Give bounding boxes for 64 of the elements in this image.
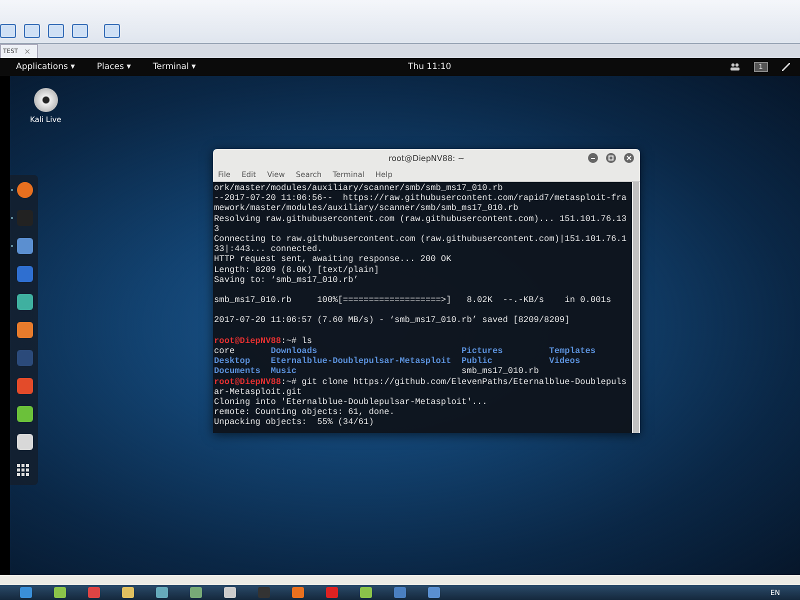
app-grid-icon[interactable] [17, 464, 29, 476]
people-icon[interactable] [730, 63, 740, 71]
terminal-line: 33|:443... connected. [214, 244, 324, 254]
taskbar-app-icon[interactable] [394, 587, 406, 598]
app-icon[interactable] [17, 434, 33, 450]
taskbar-app-icon[interactable] [190, 587, 202, 598]
taskbar-app-icon[interactable] [88, 587, 100, 598]
minimize-icon [590, 155, 596, 161]
maximize-button[interactable] [606, 153, 616, 163]
toolbar-icon[interactable] [72, 24, 88, 38]
terminal-line: Resolving raw.githubusercontent.com (raw.githubusercontent.com)... 151.101.76.13 [214, 214, 628, 224]
directory-name: Downloads [270, 346, 318, 356]
terminal-line: Unpacking objects: 55% (34/61) [214, 417, 375, 428]
terminal-command-line: root@DiepNV88:~# git clone https://github.com/ElevenPaths/Eternalblue-Doublepuls [214, 376, 628, 387]
terminal-line: smb_ms17_010.rb 100%[===================>] 8.02K --.-KB/s in 0.001s [214, 295, 612, 306]
terminal-line: HTTP request sent, awaiting response... 200 OK [214, 254, 452, 264]
directory-name: Public [462, 356, 494, 366]
maximize-icon [608, 155, 614, 161]
close-icon [626, 155, 632, 161]
window-title: root@DiepNV88: ~ [388, 154, 464, 162]
taskbar-app-icon[interactable] [292, 587, 304, 598]
terminal-command-line: root@DiepNV88:~# ls [214, 336, 313, 346]
screen-icon[interactable] [104, 24, 120, 38]
terminal-line: --2017-07-20 11:06:56-- https://raw.githubusercontent.com/rapid7/metasploit-fra [214, 193, 628, 204]
directory-name: Music [270, 366, 298, 377]
tab-close-button[interactable]: × [24, 47, 31, 56]
file-name: core [214, 346, 236, 356]
taskbar-app-icon[interactable] [156, 587, 168, 598]
taskbar-app-icon[interactable] [360, 587, 372, 598]
directory-name: Desktop [214, 356, 252, 366]
terminal-line: remote: Counting objects: 61, done. [214, 407, 396, 418]
terminal-line: 3 [214, 224, 220, 234]
terminal-line: Length: 8209 (8.0K) [text/plain] [214, 264, 380, 275]
directory-name: Templates [549, 346, 597, 356]
terminal-line: ork/master/modules/auxiliary/scanner/smb/smb_ms17_010.rb [214, 183, 504, 194]
directory-name: Videos [549, 356, 582, 366]
directory-name: Eternalblue-Doublepulsar-Metasploit [270, 356, 452, 366]
taskbar-app-icon[interactable] [54, 587, 66, 598]
terminal-line: ar-Metasploit.git [214, 386, 303, 397]
panel-menu[interactable]: Places ▾ [96, 62, 131, 72]
panel-menu[interactable]: Applications ▾ [16, 62, 75, 72]
directory-name: Documents [214, 366, 262, 377]
file-name: smb_ms17_010.rb [462, 366, 540, 377]
taskbar-app-icon[interactable] [20, 587, 32, 598]
clock[interactable]: Thu 11:10 [408, 62, 452, 72]
pen-icon[interactable] [782, 63, 790, 71]
terminal-line: Saving to: ‘smb_ms17_010.rb’ [214, 274, 360, 285]
taskbar-app-icon[interactable] [122, 587, 134, 598]
taskbar-app-icon[interactable] [428, 587, 440, 598]
panel-menu[interactable]: Terminal ▾ [152, 62, 196, 72]
taskbar-app-icon[interactable] [326, 587, 338, 598]
toolbar-icon[interactable] [24, 24, 40, 38]
minimize-button[interactable] [588, 153, 598, 163]
disc-icon[interactable] [34, 88, 58, 112]
terminal-line: mework/master/modules/auxiliary/scanner/smb/smb_ms17_010.rb [214, 203, 520, 214]
toolbar-icon[interactable] [0, 24, 16, 38]
directory-name: Pictures [462, 346, 504, 356]
scrollbar[interactable] [632, 182, 640, 433]
terminal-line: 2017-07-20 11:06:57 (7.60 MB/s) - ‘smb_ms17_010.rb’ saved [8209/8209] [214, 315, 571, 326]
terminal-line: Cloning into 'Eternalblue-Doublepulsar-Metasploit'... [214, 396, 488, 408]
taskbar-app-icon[interactable] [224, 587, 236, 598]
terminal-line: Connecting to raw.githubusercontent.com (raw.githubusercontent.com)|151.101.76.1 [214, 234, 628, 244]
toolbar-icon[interactable] [48, 24, 64, 38]
close-button[interactable] [624, 153, 634, 163]
